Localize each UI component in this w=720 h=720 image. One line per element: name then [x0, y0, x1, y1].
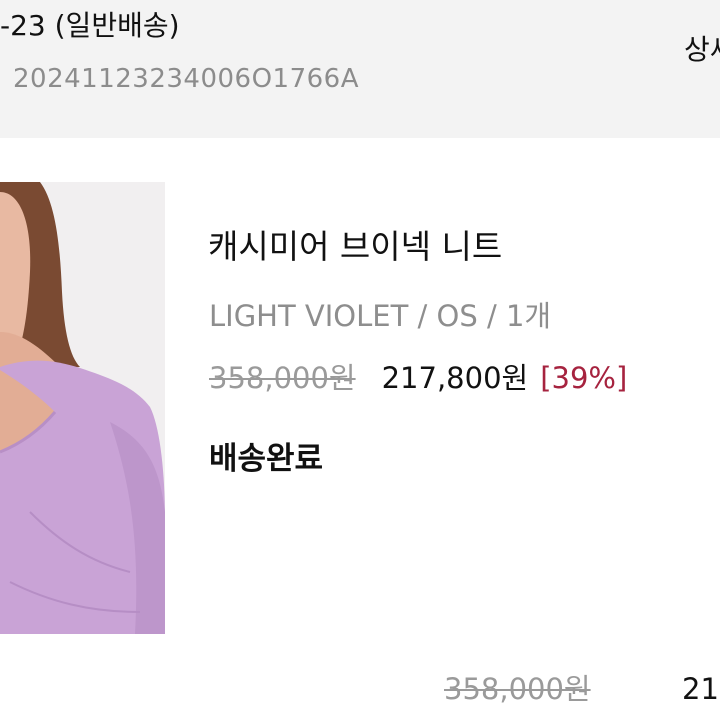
original-price: 358,000원	[209, 361, 356, 395]
total-sale-price: 217,800원	[682, 672, 720, 706]
order-header: -23 (일반배송) 20241123234006O1766A 상세	[0, 0, 720, 138]
product-option: LIGHT VIOLET / OS / 1개	[209, 299, 552, 333]
order-number: 20241123234006O1766A	[13, 64, 360, 94]
sale-price: 217,800원	[381, 361, 529, 395]
discount-rate: [39%]	[540, 361, 628, 395]
price-row: 358,000원 217,800원 [39%]	[209, 355, 627, 397]
total-original-price: 358,000원	[444, 672, 591, 706]
delivery-status: 배송완료	[209, 441, 324, 477]
order-date-label: -23 (일반배송)	[0, 9, 180, 42]
product-photo-illustration	[0, 182, 165, 634]
product-image[interactable]	[0, 182, 165, 634]
product-name[interactable]: 캐시미어 브이넥 니트	[208, 220, 502, 268]
order-detail-screen: -23 (일반배송) 20241123234006O1766A 상세 캐시미어 …	[0, 0, 720, 720]
order-detail-link[interactable]: 상세	[684, 28, 720, 68]
